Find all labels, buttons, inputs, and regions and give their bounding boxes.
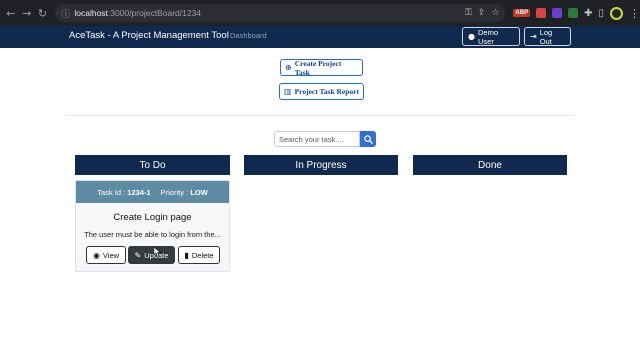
url-host: localhost (74, 8, 108, 18)
plus-circle-icon: ⊕ (285, 63, 292, 72)
key-icon[interactable]: ⚿ (465, 8, 472, 18)
reload-icon[interactable]: ↻ (36, 7, 50, 20)
sidebar-icon[interactable]: ▯ (598, 8, 604, 19)
column-header-todo: To Do (75, 155, 230, 175)
priority-label: Priority : (160, 187, 189, 197)
task-title: Create Login page (113, 212, 192, 223)
dashboard-link[interactable]: Dashboard (230, 31, 267, 40)
site-info-icon[interactable]: ⓘ (61, 7, 70, 20)
user-circle-icon: ● (468, 32, 475, 41)
search-button[interactable] (360, 131, 376, 147)
task-card-header: Task Id : 1234-1 Priority : LOW (76, 181, 229, 203)
column-header-done: Done (413, 155, 567, 175)
delete-label: Delete (191, 250, 214, 260)
divider (66, 115, 574, 116)
mouse-cursor-icon (154, 247, 162, 257)
brand-title[interactable]: AceTask - A Project Management Tool (69, 30, 229, 41)
demo-user-label: Demo User (477, 27, 498, 46)
task-priority: Priority : LOW (161, 188, 208, 197)
logout-label: Log Out (539, 27, 553, 46)
profile-avatar[interactable] (610, 6, 623, 20)
view-label: View (102, 250, 120, 260)
search-icon (363, 134, 373, 144)
extension-purple-icon[interactable] (552, 8, 563, 18)
create-project-task-button[interactable]: ⊕ Create Project Task (280, 58, 363, 77)
back-icon[interactable]: ← (4, 7, 18, 20)
logout-icon: ⇥ (530, 32, 537, 41)
eye-icon: ◉ (92, 250, 100, 260)
share-icon[interactable]: ⇪ (478, 8, 486, 18)
project-task-report-button[interactable]: ▥ Project Task Report (279, 83, 364, 100)
create-project-task-label: Create Project Task (294, 58, 342, 77)
adblock-extension-icon[interactable]: ABP (513, 9, 531, 17)
task-id: Task Id : 1234-1 (97, 188, 150, 197)
edit-icon: ✎ (134, 250, 142, 260)
task-description: The user must be able to login from the.… (84, 230, 221, 239)
task-card: Task Id : 1234-1 Priority : LOW Create L… (75, 180, 230, 272)
chart-icon: ▥ (284, 87, 292, 96)
priority-value: LOW (190, 187, 208, 197)
trash-icon: ▮ (184, 250, 189, 260)
task-id-label: Task Id : (97, 187, 126, 197)
forward-icon[interactable]: → (20, 7, 34, 20)
delete-button[interactable]: ▮ Delete (178, 246, 220, 264)
address-bar[interactable]: ⓘ localhost :3000/projectBoard/1234 ⚿ ⇪ … (55, 4, 506, 22)
task-id-value: 1234-1 (127, 187, 151, 197)
demo-user-button[interactable]: ● Demo User (462, 27, 520, 46)
browser-menu-icon[interactable]: ⋮ (629, 7, 640, 20)
extension-green-icon[interactable] (568, 8, 579, 18)
search-input[interactable] (274, 131, 360, 147)
browser-toolbar: ← → ↻ ⓘ localhost :3000/projectBoard/123… (0, 0, 640, 26)
url-path: :3000/projectBoard/1234 (107, 8, 202, 18)
extension-red-icon[interactable] (536, 8, 547, 18)
bookmark-star-icon[interactable]: ☆ (491, 8, 499, 18)
logout-button[interactable]: ⇥ Log Out (524, 27, 571, 46)
extensions-puzzle-icon[interactable]: ✚ (584, 8, 592, 19)
view-button[interactable]: ◉ View (86, 246, 126, 264)
project-task-report-label: Project Task Report (294, 87, 360, 96)
update-button[interactable]: ✎ Update (128, 246, 175, 264)
column-header-in-progress: In Progress (244, 155, 398, 175)
app-navbar: AceTask - A Project Management Tool Dash… (0, 26, 640, 48)
